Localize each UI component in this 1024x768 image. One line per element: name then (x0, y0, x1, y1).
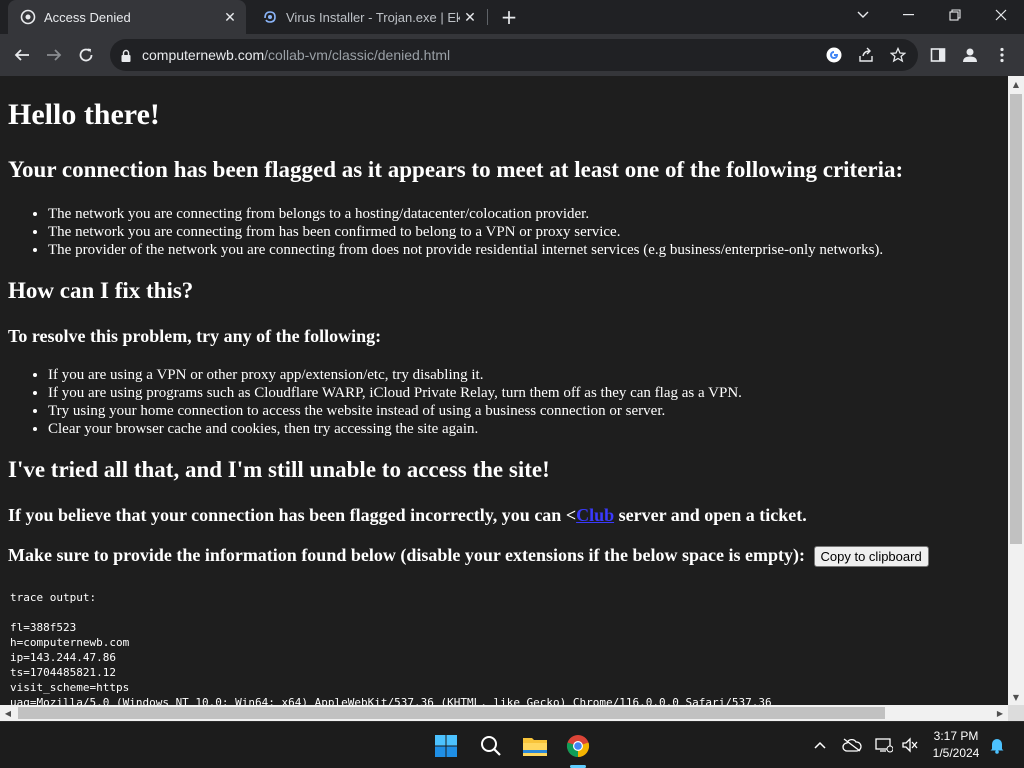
volume-muted-icon[interactable] (900, 735, 920, 755)
resolve-heading: To resolve this problem, try any of the … (8, 326, 382, 346)
profile-icon[interactable] (960, 45, 980, 65)
url-path: /collab-vm/classic/denied.html (264, 47, 451, 63)
close-tab-icon[interactable]: ✕ (220, 7, 240, 27)
tab-strip: Access Denied ✕ Virus Installer - Trojan… (0, 0, 1024, 34)
page-icon (20, 9, 36, 25)
url-host: computernewb.com (142, 47, 265, 63)
forward-icon[interactable] (40, 41, 68, 69)
notification-bell-icon[interactable] (987, 735, 1007, 755)
browser-toolbar: computernewb.com/collab-vm/classic/denie… (0, 34, 1024, 76)
network-icon[interactable] (874, 735, 894, 755)
list-item: The network you are connecting from has … (48, 223, 883, 241)
vertical-scroll-thumb[interactable] (1010, 94, 1022, 544)
chrome-icon[interactable] (563, 731, 593, 761)
horizontal-scrollbar[interactable]: ◀ ▶ (0, 705, 1008, 721)
page-viewport: Hello there! Your connection has been fl… (0, 76, 1008, 705)
tried-heading: I've tried all that, and I'm still unabl… (8, 457, 550, 482)
scroll-down-icon[interactable]: ▼ (1008, 689, 1024, 705)
trace-line: visit_scheme=https (10, 681, 130, 694)
reload-icon[interactable] (72, 41, 100, 69)
tab-title: Virus Installer - Trojan.exe | Ektop (286, 9, 460, 25)
incorrect-prefix: If you believe that your connection has … (8, 505, 577, 525)
list-item: Try using your home connection to access… (48, 402, 742, 420)
trace-output: trace output:​fl=388f523 h=computernewb.c… (10, 590, 772, 705)
tab-access-denied[interactable]: Access Denied ✕ (8, 0, 246, 34)
side-panel-icon[interactable] (928, 45, 948, 65)
minimize-icon[interactable] (886, 0, 932, 30)
clock-date: 1/5/2024 (932, 746, 980, 760)
tab-title: Access Denied (44, 9, 131, 25)
page-title: Hello there! (8, 98, 160, 131)
trace-line: uag=Mozilla/5.0 (Windows NT 10.0; Win64;… (10, 696, 772, 705)
url-text[interactable]: computernewb.com/collab-vm/classic/denie… (142, 47, 450, 63)
search-icon[interactable] (476, 731, 506, 761)
scroll-right-icon[interactable]: ▶ (992, 705, 1008, 721)
list-item: If you are using a VPN or other proxy ap… (48, 366, 742, 384)
clock-time: 3:17 PM (933, 729, 979, 743)
system-clock[interactable]: 3:17 PM 1/5/2024 (926, 728, 986, 762)
file-explorer-icon[interactable] (520, 731, 550, 761)
list-item: If you are using programs such as Cloudf… (48, 384, 742, 402)
lock-icon[interactable] (120, 48, 132, 67)
close-tab-icon[interactable]: ✕ (460, 7, 480, 27)
ektoplasma-icon (262, 9, 278, 25)
new-tab-icon[interactable]: + (498, 5, 520, 29)
scrollbar-corner (1008, 705, 1024, 721)
address-bar[interactable]: computernewb.com/collab-vm/classic/denie… (110, 39, 918, 71)
share-icon[interactable] (856, 45, 876, 65)
trace-line: h=computernewb.com (10, 636, 130, 649)
criteria-list: The network you are connecting from belo… (48, 205, 883, 259)
menu-kebab-icon[interactable] (992, 45, 1012, 65)
info-text: Make sure to provide the information fou… (8, 545, 806, 565)
horizontal-scroll-thumb[interactable] (18, 707, 885, 719)
trace-line: fl=388f523 (10, 621, 77, 634)
restore-icon[interactable] (932, 0, 978, 30)
incorrect-suffix: server and open a ticket. (614, 505, 807, 525)
cloud-sync-icon[interactable] (842, 735, 862, 755)
tab-virus-installer[interactable]: Virus Installer - Trojan.exe | Ektop ✕ (250, 0, 486, 34)
list-item: Clear your browser cache and cookies, th… (48, 420, 742, 438)
trace-line: trace output: (10, 591, 97, 604)
scroll-up-icon[interactable]: ▲ (1008, 76, 1024, 92)
vertical-scrollbar[interactable]: ▲ ▼ (1008, 76, 1024, 705)
trace-line: ts=1704485821.12 (10, 666, 116, 679)
fixes-list: If you are using a VPN or other proxy ap… (48, 366, 742, 438)
info-line: Make sure to provide the information fou… (8, 545, 929, 568)
bookmark-star-icon[interactable] (888, 45, 908, 65)
windows-taskbar: 3:17 PM 1/5/2024 (0, 721, 1024, 768)
list-item: The network you are connecting from belo… (48, 205, 883, 223)
copy-to-clipboard-button[interactable]: Copy to clipboard (813, 546, 929, 568)
tab-search-icon[interactable] (840, 0, 886, 30)
google-lens-icon[interactable] (824, 45, 844, 65)
trace-line: ​ (10, 605, 772, 620)
close-window-icon[interactable] (978, 0, 1024, 30)
tab-separator (487, 9, 488, 25)
flag-heading: Your connection has been flagged as it a… (8, 157, 904, 182)
club-link[interactable]: Club (576, 505, 614, 525)
back-icon[interactable] (8, 41, 36, 69)
chevron-up-icon[interactable] (810, 735, 830, 755)
scroll-left-icon[interactable]: ◀ (0, 705, 16, 721)
fix-heading: How can I fix this? (8, 278, 194, 303)
incorrect-flag-text: If you believe that your connection has … (8, 505, 807, 526)
trace-line: ip=143.244.47.86 (10, 651, 116, 664)
windows-start-icon[interactable] (431, 731, 461, 761)
list-item: The provider of the network you are conn… (48, 241, 883, 259)
